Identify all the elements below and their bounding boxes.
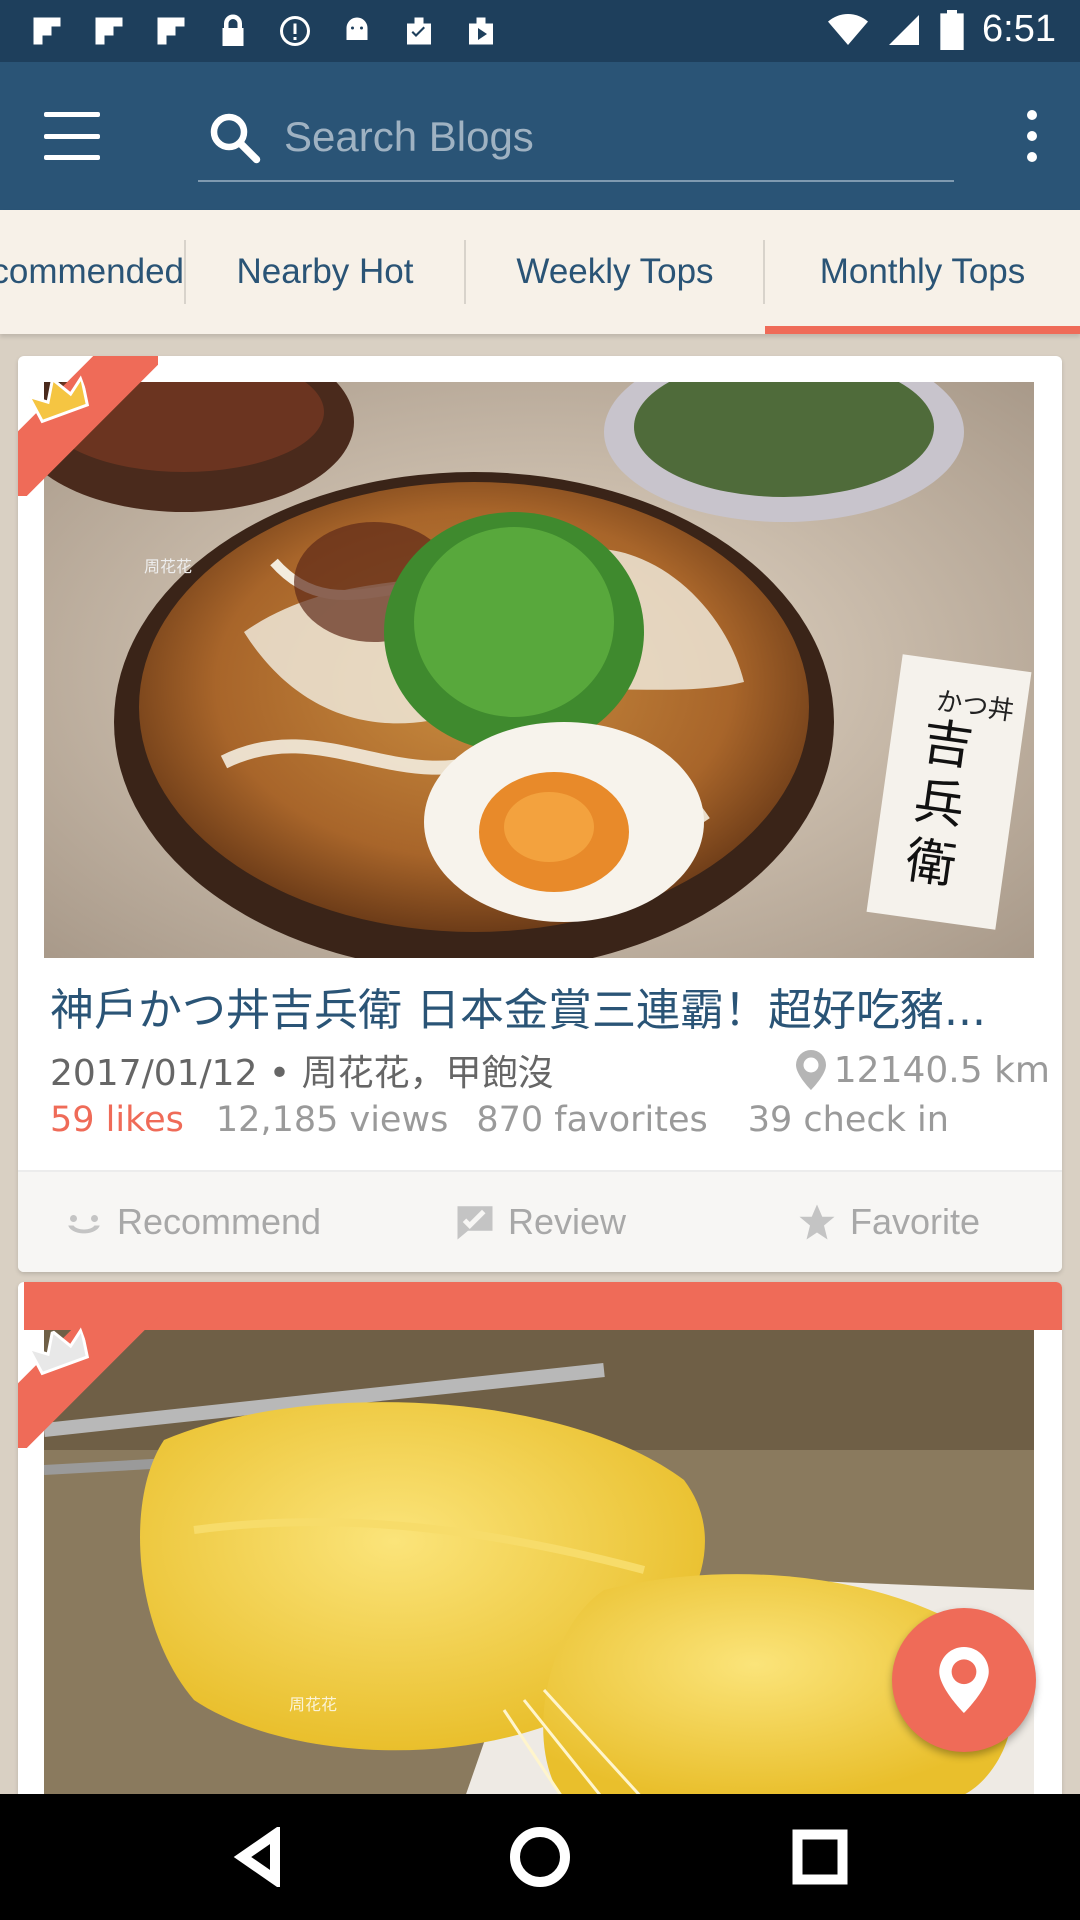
likes-count: 59 likes: [50, 1100, 184, 1140]
favorite-label: Favorite: [849, 1201, 981, 1242]
battery-icon: [940, 9, 964, 50]
top-ranking-ribbon: [18, 356, 158, 496]
post-stats: 59 likes 12,185 views 870 favorites 39 c…: [50, 1100, 1050, 1140]
post-date-author: 2017/01/12 • 周花花，甲飽沒: [50, 1053, 554, 1094]
review-label: Review: [507, 1201, 627, 1242]
blog-post-card[interactable]: かつ丼 吉 兵 衛 周花花 神戶かつ丼吉兵衛 日本金賞三連霸！超好吃豬... 2…: [18, 356, 1062, 1272]
status-right: 6:51: [828, 8, 1056, 51]
tab-label: Nearby Hot: [236, 252, 414, 291]
back-triangle-icon: [233, 1827, 280, 1887]
post-meta: 2017/01/12 • 周花花，甲飽沒 12140.5 km: [50, 1044, 1050, 1096]
review-check-icon: [457, 1206, 493, 1240]
back-button[interactable]: [220, 1817, 300, 1897]
status-time: 6:51: [982, 8, 1056, 50]
location-pin-icon: [939, 1647, 989, 1713]
flipboard-icon: [152, 12, 190, 50]
app-bar: [0, 62, 1080, 210]
tab-recommended[interactable]: Recommended: [0, 210, 184, 334]
tab-monthly-tops[interactable]: Monthly Tops: [765, 210, 1080, 334]
flipboard-icon: [90, 12, 128, 50]
distance-value: 12140.5 km: [833, 1049, 1050, 1091]
tab-label: Weekly Tops: [516, 252, 714, 291]
post-title[interactable]: 神戶かつ丼吉兵衛 日本金賞三連霸！超好吃豬...: [50, 974, 1050, 1038]
search-bar: [198, 94, 954, 182]
recents-button[interactable]: [780, 1817, 860, 1897]
lock-icon: [214, 12, 252, 50]
card-top-bar: [24, 1282, 1062, 1330]
svg-text:兵: 兵: [910, 772, 968, 836]
home-button[interactable]: [500, 1817, 580, 1897]
check-bag-icon: [400, 12, 438, 50]
tab-label: Recommended: [0, 252, 184, 291]
recommend-label: Recommend: [116, 1201, 322, 1242]
notification-icons: [28, 12, 500, 50]
home-circle-icon: [510, 1827, 570, 1887]
smile-icon: [68, 1215, 100, 1234]
favorite-button[interactable]: Favorite: [714, 1201, 1062, 1243]
system-nav-bar: [0, 1794, 1080, 1920]
svg-text:周花花: 周花花: [289, 1695, 337, 1714]
signal-icon: [889, 14, 920, 45]
review-button[interactable]: Review: [366, 1201, 714, 1243]
star-icon: [799, 1204, 835, 1240]
android-icon: [338, 12, 376, 50]
svg-text:吉: 吉: [919, 712, 977, 776]
checkin-count: 39 check in: [747, 1100, 949, 1140]
tab-bar: Recommended Nearby Hot Weekly Tops Month…: [0, 210, 1080, 334]
hamburger-menu-icon[interactable]: [44, 112, 100, 160]
play-bag-icon: [462, 12, 500, 50]
location-pin-icon: [795, 1050, 826, 1090]
tab-nearby-hot[interactable]: Nearby Hot: [186, 210, 464, 334]
wifi-icon: [828, 13, 869, 45]
tab-weekly-tops[interactable]: Weekly Tops: [466, 210, 764, 334]
flipboard-icon: [28, 12, 66, 50]
search-input[interactable]: [284, 113, 954, 161]
top-ranking-ribbon: [18, 1308, 158, 1448]
blog-post-card[interactable]: 周花花: [18, 1282, 1062, 1802]
recommend-button[interactable]: Recommend: [18, 1201, 366, 1243]
post-distance: 12140.5 km: [795, 1049, 1050, 1091]
active-tab-indicator: [765, 326, 1080, 334]
post-actions: Recommend Review Favorite: [18, 1170, 1062, 1272]
info-circle-icon: [276, 12, 314, 50]
favorites-count: 870 favorites: [476, 1100, 708, 1140]
post-photo[interactable]: 周花花: [44, 1330, 1034, 1800]
svg-text:周花花: 周花花: [144, 557, 192, 576]
search-icon: [210, 113, 261, 164]
tab-label: Monthly Tops: [819, 252, 1026, 291]
views-count: 12,185 views: [215, 1100, 449, 1140]
post-photo[interactable]: かつ丼 吉 兵 衛 周花花: [44, 382, 1034, 958]
svg-text:衛: 衛: [902, 831, 960, 895]
recents-square-icon: [792, 1829, 848, 1885]
overflow-menu-icon[interactable]: [1012, 110, 1052, 162]
status-bar: 6:51: [0, 0, 1080, 62]
map-location-button[interactable]: [892, 1608, 1036, 1752]
